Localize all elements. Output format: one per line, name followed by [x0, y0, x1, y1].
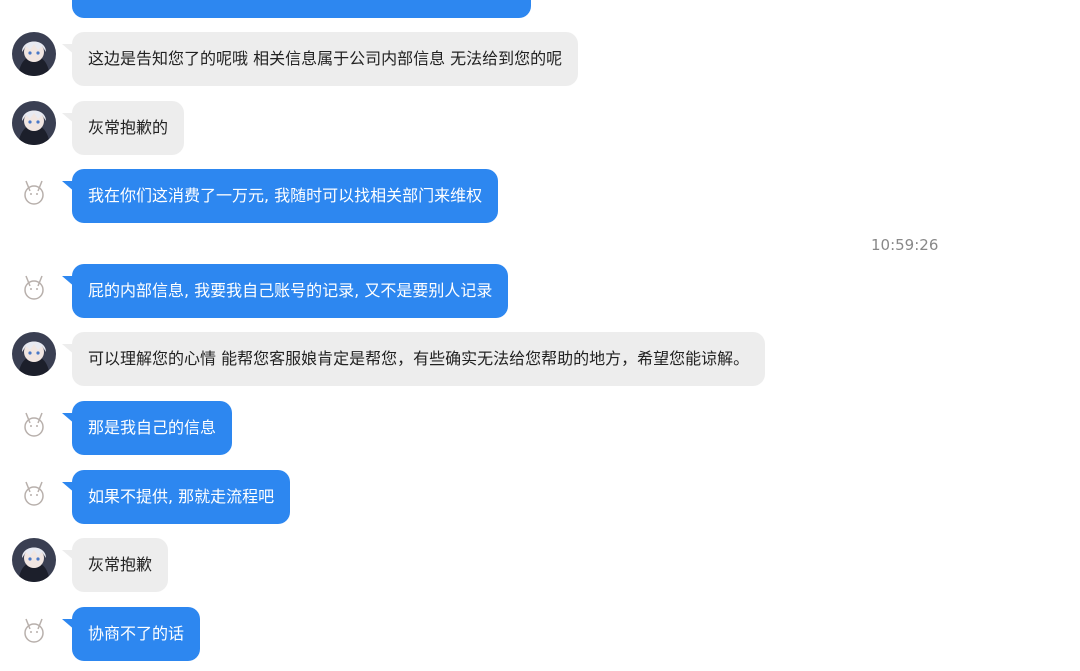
- agent-avatar-icon: [12, 101, 56, 145]
- agent-avatar-icon: [12, 332, 56, 376]
- user-message: 我在你们这消费了一万元, 我随时可以找相关部门来维权: [72, 169, 499, 223]
- chat-log: 这边是告知您了的呢哦 相关信息属于公司内部信息 无法给到您的呢 灰常抱歉的 我在…: [0, 0, 1080, 671]
- user-message: 屁的内部信息, 我要我自己账号的记录, 又不是要别人记录: [72, 264, 509, 318]
- user-message: 那是我自己的信息: [72, 401, 233, 455]
- agent-message: 这边是告知您了的呢哦 相关信息属于公司内部信息 无法给到您的呢: [72, 32, 579, 86]
- agent-avatar[interactable]: [12, 332, 56, 376]
- agent-message: 灰常抱歉: [72, 538, 169, 592]
- message-timestamp: 10:59:26: [871, 236, 939, 254]
- user-avatar-icon: [12, 607, 56, 651]
- user-avatar[interactable]: [12, 607, 56, 651]
- user-avatar[interactable]: [12, 470, 56, 514]
- agent-avatar[interactable]: [12, 101, 56, 145]
- user-message: 如果不提供, 那就走流程吧: [72, 470, 291, 524]
- user-avatar-icon: [12, 264, 56, 308]
- message-bubble-partial: [72, 0, 531, 18]
- user-avatar-icon: [12, 169, 56, 213]
- agent-message: 灰常抱歉的: [72, 101, 185, 155]
- agent-avatar-icon: [12, 32, 56, 76]
- agent-avatar[interactable]: [12, 32, 56, 76]
- agent-message: 可以理解您的心情 能帮您客服娘肯定是帮您，有些确实无法给您帮助的地方，希望您能谅…: [72, 332, 766, 386]
- user-message: 协商不了的话: [72, 607, 201, 661]
- user-avatar[interactable]: [12, 401, 56, 445]
- user-avatar-icon: [12, 470, 56, 514]
- user-avatar[interactable]: [12, 169, 56, 213]
- agent-avatar-icon: [12, 538, 56, 582]
- agent-avatar[interactable]: [12, 538, 56, 582]
- user-avatar[interactable]: [12, 264, 56, 308]
- user-avatar-icon: [12, 401, 56, 445]
